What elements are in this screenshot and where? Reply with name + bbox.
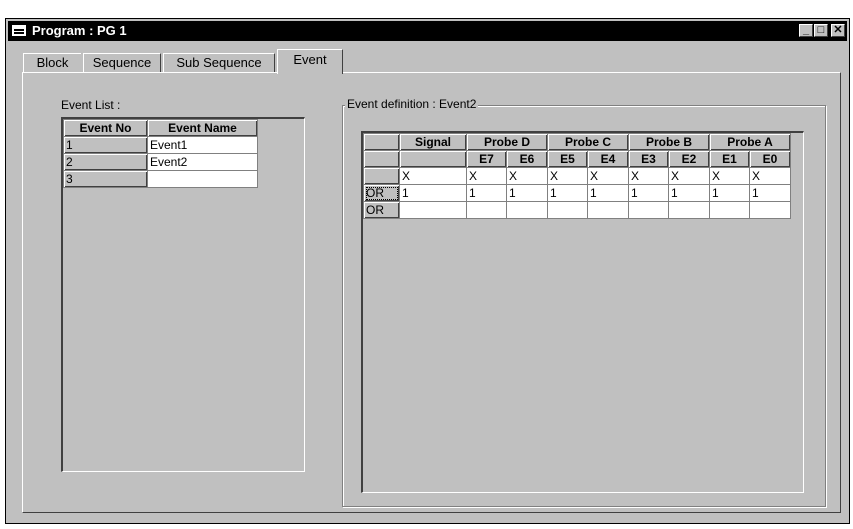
subheader-e6[interactable]: E6 (506, 150, 548, 168)
table-row[interactable]: 2 Event2 (63, 153, 258, 171)
probe-cell[interactable] (466, 201, 507, 219)
tab-block[interactable]: Block (23, 53, 81, 73)
table-row[interactable]: 3 (63, 170, 258, 188)
subheader-signal (399, 150, 467, 168)
title-bar[interactable]: Program : PG 1 _ □ ✕ (8, 21, 847, 41)
signal-cell[interactable] (399, 201, 467, 219)
probe-cell[interactable]: X (709, 167, 750, 185)
close-icon: ✕ (833, 24, 843, 36)
subheader-e4[interactable]: E4 (587, 150, 629, 168)
event-tab-panel: Event List : Event No Event Name 1 Event… (22, 72, 841, 513)
close-button[interactable]: ✕ (831, 24, 845, 37)
program-window: Program : PG 1 _ □ ✕ Block Sequence Sub … (5, 18, 850, 524)
row-prefix[interactable]: OR (363, 201, 400, 219)
probe-cell[interactable]: 1 (749, 184, 791, 202)
corner-header (363, 133, 400, 151)
table-row[interactable]: X X X X X X X X X (363, 167, 791, 185)
table-row[interactable]: 1 Event1 (63, 136, 258, 154)
probe-cell[interactable]: 1 (668, 184, 710, 202)
probe-cell[interactable]: 1 (587, 184, 629, 202)
subheader-e3[interactable]: E3 (628, 150, 669, 168)
column-header-probe-c[interactable]: Probe C (547, 133, 629, 151)
probe-cell[interactable]: X (587, 167, 629, 185)
row-prefix[interactable]: OR (363, 184, 400, 202)
event-name-cell[interactable]: Event2 (147, 153, 258, 171)
probe-cell[interactable] (749, 201, 791, 219)
subheader-e7[interactable]: E7 (466, 150, 507, 168)
event-list-grid[interactable]: Event No Event Name 1 Event1 2 Event2 3 (61, 117, 305, 472)
table-row[interactable]: OR 1 1 1 1 1 1 1 1 1 (363, 184, 791, 202)
tab-label: Event (293, 52, 327, 67)
tab-label: Sequence (92, 55, 152, 70)
probe-cell[interactable] (628, 201, 669, 219)
maximize-icon: □ (817, 24, 825, 36)
subheader-e1[interactable]: E1 (709, 150, 750, 168)
column-header-probe-b[interactable]: Probe B (628, 133, 710, 151)
probe-cell[interactable]: X (628, 167, 669, 185)
probe-cell[interactable]: 1 (506, 184, 548, 202)
probe-cell[interactable]: X (506, 167, 548, 185)
tab-label: Block (36, 55, 69, 70)
event-definition-label: Event definition : Event2 (345, 97, 479, 111)
minimize-icon: _ (802, 24, 810, 36)
subheader-e0[interactable]: E0 (749, 150, 791, 168)
event-no-cell[interactable]: 3 (63, 170, 148, 188)
subheader-e5[interactable]: E5 (547, 150, 588, 168)
probe-cell[interactable]: X (668, 167, 710, 185)
event-no-cell[interactable]: 2 (63, 153, 148, 171)
maximize-button[interactable]: □ (814, 24, 828, 37)
tab-event[interactable]: Event (277, 49, 343, 74)
column-header-probe-d[interactable]: Probe D (466, 133, 548, 151)
probe-cell[interactable] (547, 201, 588, 219)
probe-cell[interactable]: X (466, 167, 507, 185)
event-name-cell[interactable]: Event1 (147, 136, 258, 154)
probe-cell[interactable] (587, 201, 629, 219)
column-header-probe-a[interactable]: Probe A (709, 133, 791, 151)
probe-cell[interactable] (506, 201, 548, 219)
event-list-label: Event List : (61, 98, 121, 112)
table-row[interactable]: OR (363, 201, 791, 219)
window-title: Program : PG 1 (32, 23, 127, 38)
column-header-signal[interactable]: Signal (399, 133, 467, 151)
tab-sequence[interactable]: Sequence (83, 53, 161, 73)
signal-cell[interactable]: 1 (399, 184, 467, 202)
event-name-cell[interactable] (147, 170, 258, 188)
probe-cell[interactable]: X (547, 167, 588, 185)
row-prefix[interactable] (363, 167, 400, 185)
signal-cell[interactable]: X (399, 167, 467, 185)
tab-label: Sub Sequence (176, 55, 262, 70)
probe-cell[interactable] (668, 201, 710, 219)
probe-cell[interactable]: 1 (466, 184, 507, 202)
probe-cell[interactable]: 1 (709, 184, 750, 202)
column-header-event-name[interactable]: Event Name (147, 119, 258, 137)
event-definition-grid[interactable]: Signal Probe D Probe C Probe B Probe A E… (361, 131, 804, 493)
column-header-event-no[interactable]: Event No (63, 119, 148, 137)
minimize-button[interactable]: _ (799, 24, 813, 37)
table-icon (12, 25, 26, 36)
row-header[interactable] (363, 150, 400, 168)
probe-cell[interactable] (709, 201, 750, 219)
probe-cell[interactable]: 1 (547, 184, 588, 202)
probe-cell[interactable]: 1 (628, 184, 669, 202)
event-no-cell[interactable]: 1 (63, 136, 148, 154)
tab-sub-sequence[interactable]: Sub Sequence (163, 53, 275, 73)
subheader-e2[interactable]: E2 (668, 150, 710, 168)
probe-cell[interactable]: X (749, 167, 791, 185)
